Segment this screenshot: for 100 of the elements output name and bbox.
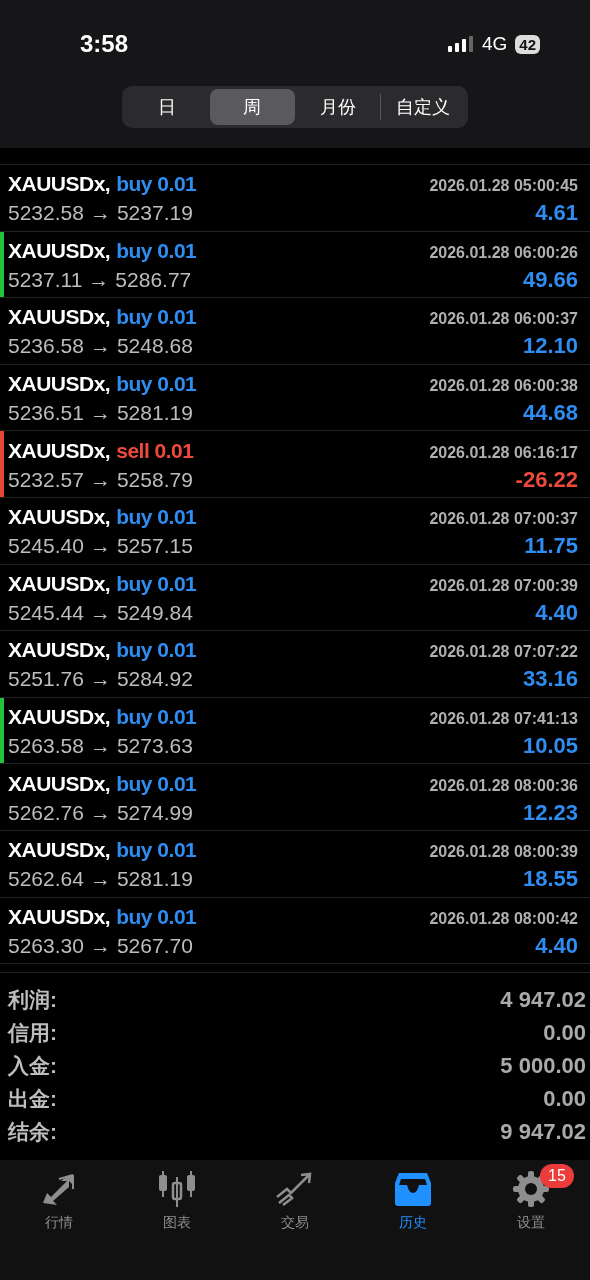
profit-value: 4.40 [535,932,578,959]
symbol-label: XAUUSDx, [8,904,111,929]
profit-value: 4.40 [535,599,578,626]
order-label: buy 0.01 [116,571,197,596]
order-label: buy 0.01 [116,372,197,397]
order-label: buy 0.01 [116,638,197,663]
symbol-label: XAUUSDx, [8,705,111,730]
symbol-label: XAUUSDx, [8,505,111,530]
order-label: buy 0.01 [116,771,197,796]
arrow-glyph: → [89,867,111,893]
profit-value: 4.61 [535,200,578,227]
open-price: 5251.76 [8,667,84,693]
status-time: 3:58 [80,30,129,58]
symbol-label: XAUUSDx, [8,305,111,330]
summary-value: 4 947.02 [500,986,586,1013]
period-tab[interactable]: 自定义 [380,89,465,125]
order-label: sell 0.01 [116,438,194,463]
summary-value: 5 000.00 [500,1052,586,1079]
order-label: buy 0.01 [116,838,197,863]
arrow-glyph: → [89,933,111,959]
arrow-glyph: → [89,467,111,493]
trade-time: 2026.01.28 06:00:37 [429,310,578,329]
open-price: 5237.11 [8,267,83,293]
arrow-glyph: → [89,667,111,693]
summary-label: 入金: [8,1052,57,1079]
profit-value: 44.68 [522,400,578,427]
profit-value: 12.10 [522,333,578,360]
tab-bar-item[interactable]: 行情 [0,1168,118,1235]
symbol-label: XAUUSDx, [8,771,111,796]
close-price: 5284.92 [116,667,193,693]
order-label: buy 0.01 [116,505,197,530]
network-label: 4G [481,33,508,55]
symbol-label: XAUUSDx, [8,438,111,463]
symbol-label: XAUUSDx, [8,172,111,197]
arrow-glyph: → [89,334,111,360]
close-price: 5281.19 [116,401,193,427]
signal-icon [447,36,474,52]
arrow-glyph: → [89,734,111,760]
trade-time: 2026.01.28 07:07:22 [429,643,578,662]
close-price: 5274.99 [116,800,193,826]
close-price: 5237.19 [116,201,193,227]
open-price: 5232.58 [8,201,84,227]
summary-label: 结余: [8,1118,57,1145]
profit-value: 18.55 [522,866,578,893]
open-price: 5262.64 [8,867,84,893]
profit-value: -26.22 [515,466,578,493]
close-price: 5267.70 [116,933,193,959]
period-tab[interactable]: 月份 [295,89,380,125]
trade-time: 2026.01.28 07:00:39 [429,576,578,595]
tab-bar-item[interactable]: 图表 [118,1168,236,1235]
close-price: 5286.77 [115,267,192,293]
summary-value: 0.00 [543,1019,586,1046]
period-tab[interactable]: 日 [125,89,210,125]
trade-time: 2026.01.28 08:00:42 [429,909,578,928]
summary-value: 0.00 [543,1085,586,1112]
open-price: 5263.58 [8,734,84,760]
arrow-glyph: → [88,267,110,293]
trade-time: 2026.01.28 05:00:45 [429,177,578,196]
summary-label: 利润: [8,986,57,1013]
arrow-glyph: → [89,800,111,826]
trade-time: 2026.01.28 06:00:26 [429,243,578,262]
profit-value: 33.16 [522,666,578,693]
trade-time: 2026.01.28 08:00:36 [429,776,578,795]
summary-label: 出金: [8,1085,57,1112]
open-price: 5232.57 [8,467,84,493]
summary-label: 信用: [8,1019,57,1046]
symbol-label: XAUUSDx, [8,571,111,596]
order-label: buy 0.01 [116,904,197,929]
close-price: 5273.63 [116,734,193,760]
close-price: 5257.15 [116,534,193,560]
notification-badge: 15 [540,1164,574,1189]
symbol-label: XAUUSDx, [8,638,111,663]
open-price: 5262.76 [8,800,84,826]
symbol-label: XAUUSDx, [8,238,111,263]
symbol-label: XAUUSDx, [8,838,111,863]
close-price: 5248.68 [116,334,193,360]
close-price: 5281.19 [116,867,193,893]
open-price: 5236.51 [8,401,84,427]
trade-time: 2026.01.28 06:16:17 [429,443,578,462]
order-label: buy 0.01 [116,238,197,263]
battery-level: 42 [515,34,540,54]
profit-value: 10.05 [522,733,578,760]
open-price: 5236.58 [8,334,84,360]
summary-value: 9 947.02 [500,1118,586,1145]
arrow-glyph: → [89,401,111,427]
tab-bar-item[interactable]: 历史 [354,1168,472,1235]
period-tab[interactable]: 周 [210,89,295,125]
order-label: buy 0.01 [116,305,197,330]
symbol-label: XAUUSDx, [8,372,111,397]
trade-time: 2026.01.28 07:41:13 [429,710,578,729]
trade-time: 2026.01.28 08:00:39 [429,843,578,862]
close-price: 5249.84 [116,600,193,626]
open-price: 5245.40 [8,534,84,560]
arrow-glyph: → [89,534,111,560]
trade-time: 2026.01.28 07:00:37 [429,510,578,529]
tab-bar-item[interactable]: 交易 [236,1168,354,1235]
order-label: buy 0.01 [116,172,197,197]
open-price: 5263.30 [8,933,84,959]
close-price: 5258.79 [116,467,193,493]
profit-value: 49.66 [522,266,578,293]
